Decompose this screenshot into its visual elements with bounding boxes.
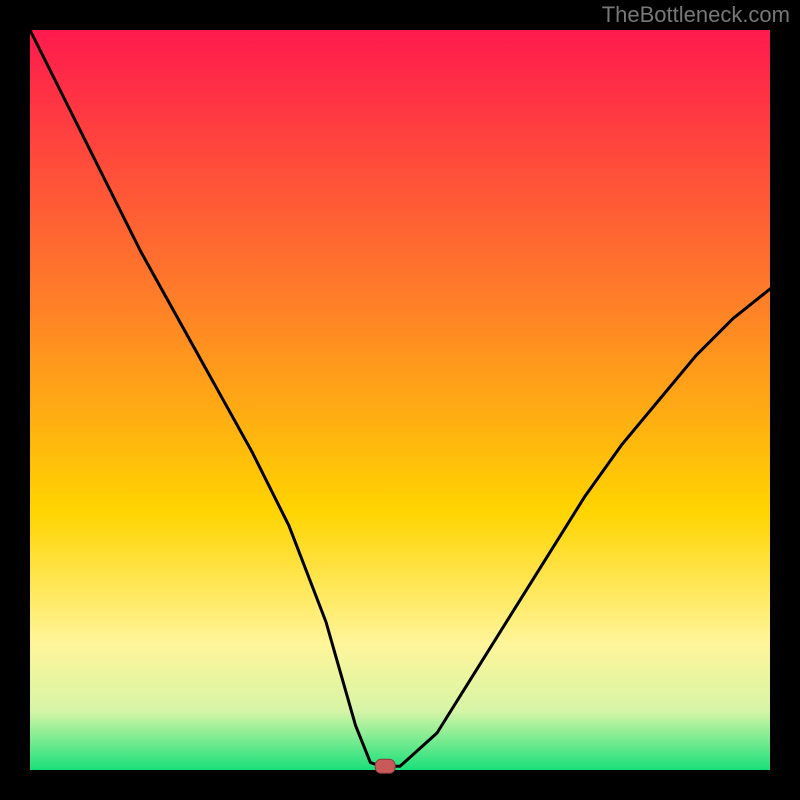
bottleneck-chart (0, 0, 800, 800)
watermark-text: TheBottleneck.com (602, 2, 790, 28)
chart-frame: TheBottleneck.com (0, 0, 800, 800)
optimum-marker (375, 759, 395, 773)
